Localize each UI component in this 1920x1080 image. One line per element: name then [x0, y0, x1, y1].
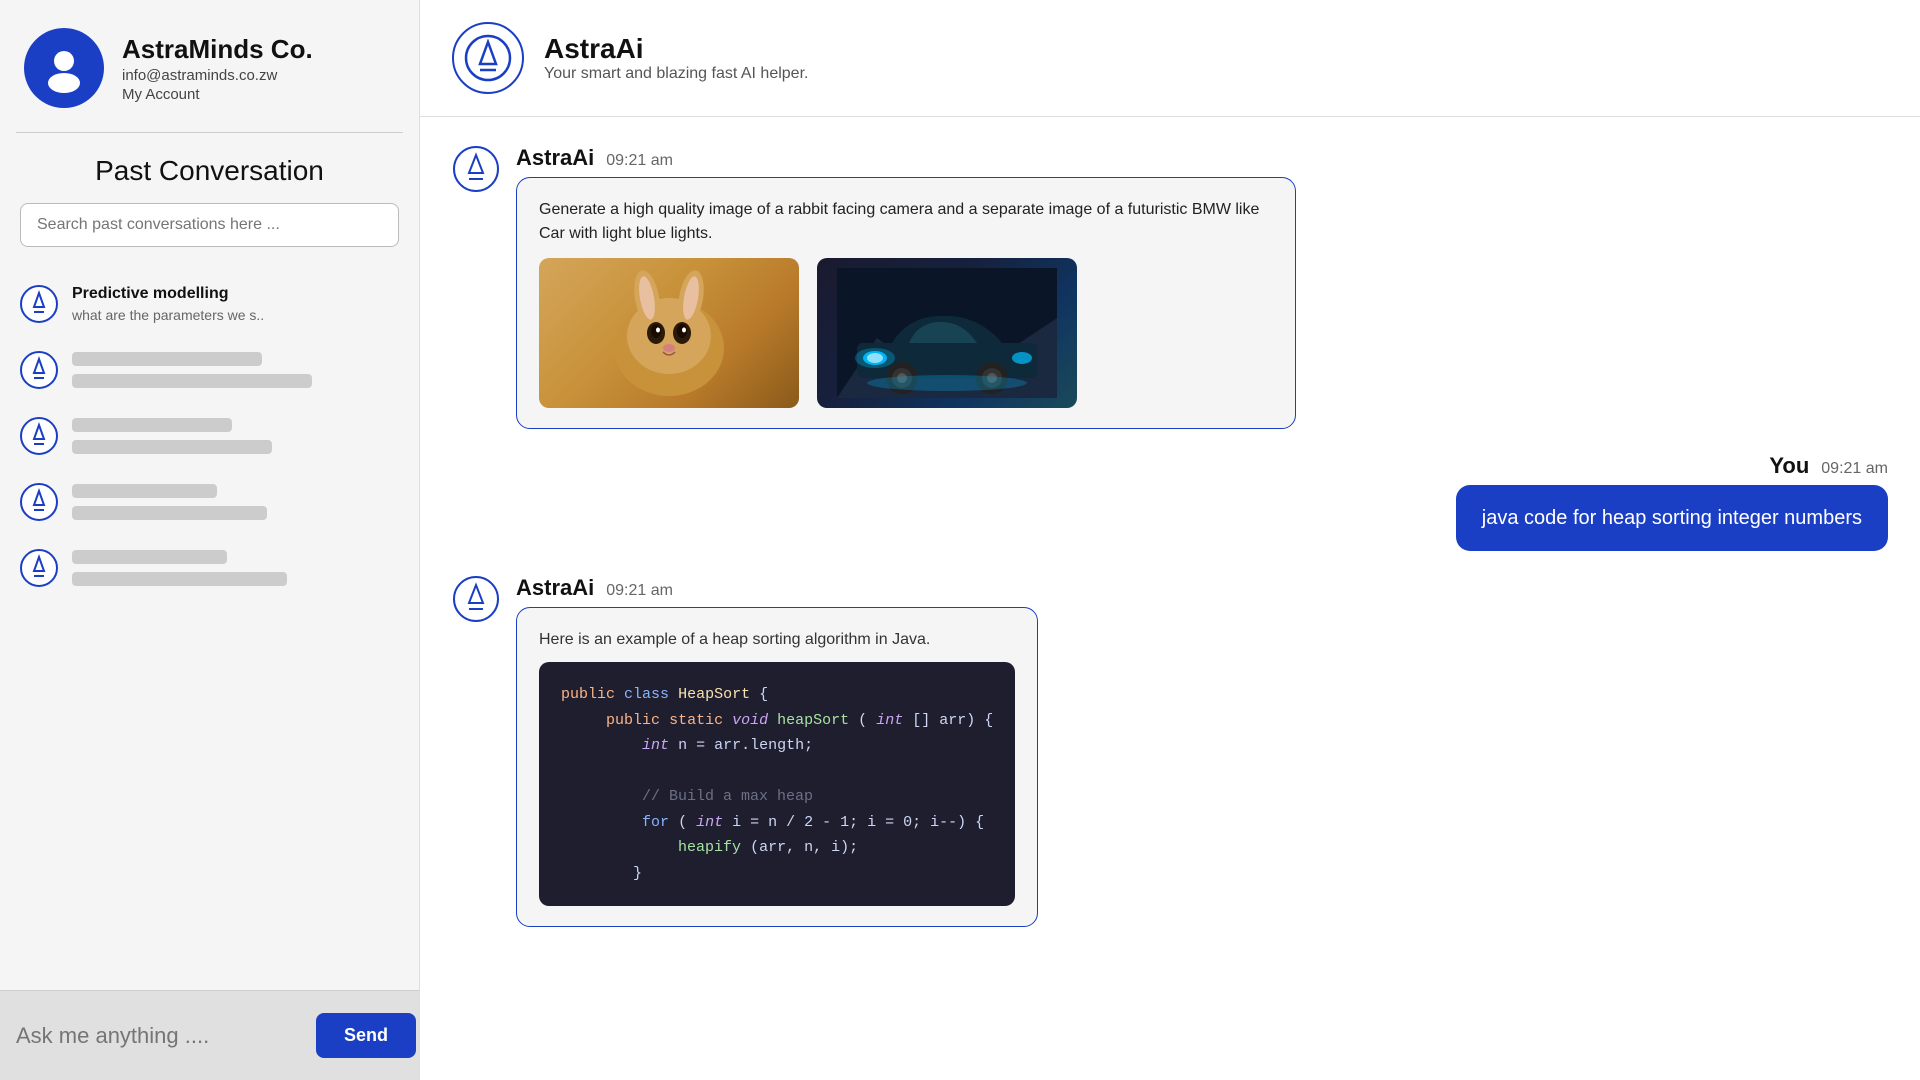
message-row: AstraAi 09:21 am Generate a high quality…	[452, 145, 1888, 429]
code-function: heapSort	[777, 712, 849, 729]
code-type: int	[642, 737, 669, 754]
code-message-time: 09:21 am	[606, 582, 673, 600]
code-message-sender: AstraAi	[516, 575, 594, 601]
conv-title: Predictive modelling	[72, 285, 264, 303]
user-message-bubble: java code for heap sorting integer numbe…	[1456, 485, 1888, 551]
placeholder-line	[72, 506, 267, 520]
search-input[interactable]	[20, 203, 399, 247]
avatar	[24, 28, 104, 108]
code-block: public class HeapSort { public static vo…	[539, 662, 1015, 906]
search-box-wrapper	[0, 203, 419, 263]
conv-placeholder	[72, 484, 267, 520]
code-comment: // Build a max heap	[642, 788, 813, 805]
message-time: 09:21 am	[606, 152, 673, 170]
user-email: info@astraminds.co.zw	[122, 67, 313, 84]
logo-icon	[464, 34, 512, 82]
code-type: int	[876, 712, 903, 729]
user-info: AstraMinds Co. info@astraminds.co.zw My …	[122, 34, 313, 103]
chat-header-subtitle: Your smart and blazing fast AI helper.	[544, 65, 808, 83]
code-keyword: public	[606, 712, 660, 729]
code-function: heapify	[678, 839, 741, 856]
rabbit-image	[539, 258, 799, 408]
conv-text: Predictive modelling what are the parame…	[72, 285, 264, 323]
message-text: Generate a high quality image of a rabbi…	[539, 201, 1259, 242]
list-item[interactable]	[0, 337, 419, 403]
astra-icon	[20, 549, 58, 587]
message-row-user: You 09:21 am java code for heap sorting …	[452, 453, 1888, 551]
message-images	[539, 258, 1273, 408]
user-sender: You	[1769, 453, 1809, 479]
code-intro-text: Here is an example of a heap sorting alg…	[539, 628, 1015, 652]
code-message-meta: AstraAi 09:21 am	[516, 575, 1038, 601]
code-classname: HeapSort	[678, 686, 750, 703]
code-type: void	[732, 712, 768, 729]
astra-icon	[20, 285, 58, 323]
chat-header-info: AstraAi Your smart and blazing fast AI h…	[544, 33, 808, 83]
list-item[interactable]	[0, 535, 419, 601]
sidebar-header: AstraMinds Co. info@astraminds.co.zw My …	[0, 0, 419, 132]
message-row-code: AstraAi 09:21 am Here is an example of a…	[452, 575, 1888, 927]
list-item[interactable]	[0, 403, 419, 469]
chat-header-name: AstraAi	[544, 33, 808, 65]
code-message-bubble: Here is an example of a heap sorting alg…	[516, 607, 1038, 927]
sidebar-footer: Send	[0, 990, 419, 1080]
placeholder-line	[72, 352, 262, 366]
chat-header: AstraAi Your smart and blazing fast AI h…	[420, 0, 1920, 117]
placeholder-line	[72, 418, 232, 432]
placeholder-line	[72, 484, 217, 498]
astra-icon	[20, 483, 58, 521]
code-keyword: class	[624, 686, 669, 703]
ai-avatar-icon	[452, 145, 500, 193]
message-meta: AstraAi 09:21 am	[516, 145, 1296, 171]
car-image	[817, 258, 1077, 408]
astra-icon	[20, 417, 58, 455]
chat-logo	[452, 22, 524, 94]
conv-placeholder	[72, 550, 287, 586]
placeholder-line	[72, 572, 287, 586]
past-conversation-title: Past Conversation	[0, 133, 419, 203]
conversations-list: Predictive modelling what are the parame…	[0, 263, 419, 990]
astra-icon	[20, 351, 58, 389]
ask-input[interactable]	[16, 1023, 304, 1049]
user-message-text: java code for heap sorting integer numbe…	[1482, 507, 1862, 529]
conv-placeholder	[72, 418, 272, 454]
code-keyword: public	[561, 686, 615, 703]
message-sender: AstraAi	[516, 145, 594, 171]
conv-placeholder	[72, 352, 312, 388]
user-message-meta: You 09:21 am	[1456, 453, 1888, 479]
car-svg	[837, 268, 1057, 398]
chat-messages: AstraAi 09:21 am Generate a high quality…	[420, 117, 1920, 1080]
code-keyword: static	[669, 712, 723, 729]
placeholder-line	[72, 550, 227, 564]
code-type: int	[696, 814, 723, 831]
my-account-link[interactable]: My Account	[122, 86, 313, 103]
code-keyword: for	[642, 814, 669, 831]
placeholder-line	[72, 440, 272, 454]
conv-subtitle: what are the parameters we s..	[72, 307, 264, 323]
message-content: AstraAi 09:21 am Generate a high quality…	[516, 145, 1296, 429]
placeholder-line	[72, 374, 312, 388]
user-message-content: You 09:21 am java code for heap sorting …	[1456, 453, 1888, 551]
ai-avatar-icon-2	[452, 575, 500, 623]
user-time: 09:21 am	[1821, 460, 1888, 478]
list-item[interactable]	[0, 469, 419, 535]
main-chat: AstraAi Your smart and blazing fast AI h…	[420, 0, 1920, 1080]
message-bubble: Generate a high quality image of a rabbi…	[516, 177, 1296, 429]
company-name: AstraMinds Co.	[122, 34, 313, 65]
list-item[interactable]: Predictive modelling what are the parame…	[0, 271, 419, 337]
sidebar: AstraMinds Co. info@astraminds.co.zw My …	[0, 0, 420, 1080]
rabbit-svg	[559, 268, 779, 398]
code-message-content: AstraAi 09:21 am Here is an example of a…	[516, 575, 1038, 927]
send-button[interactable]: Send	[316, 1013, 416, 1058]
